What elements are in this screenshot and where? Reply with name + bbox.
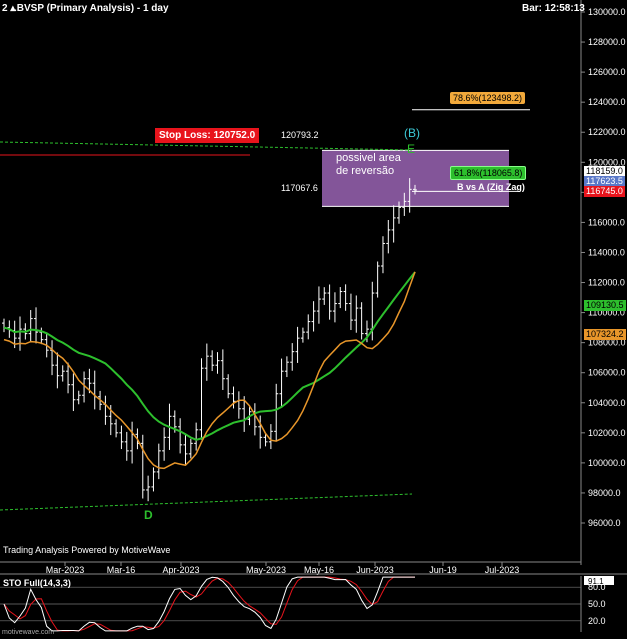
- wave-label: B vs A (Zig Zag): [457, 182, 525, 192]
- footer-credit: Trading Analysis Powered by MotiveWave: [3, 545, 171, 555]
- stochastic-title: STO Full(14,3,3): [3, 578, 71, 588]
- y-tick-label: 116000.0: [588, 217, 625, 227]
- y-tick-label: 126000.0: [588, 67, 626, 77]
- y-tick-label: 112000.0: [588, 278, 625, 288]
- y-tick-label: 128000.0: [588, 37, 626, 47]
- bar-time: Bar: 12:58:13: [522, 3, 585, 14]
- wave-point-e: E: [407, 142, 416, 156]
- reversal-area-line2: de reversão: [336, 165, 395, 177]
- y-tick-label: 124000.0: [588, 97, 626, 107]
- chart-title: .BVSP (Primary Analysis) - 1 day: [14, 3, 169, 14]
- trend-line-upper: [0, 141, 413, 151]
- wave-point-d: D: [144, 508, 153, 522]
- ma-fast-line: [3, 271, 416, 441]
- stochastic-tick-label: 20.0: [588, 616, 606, 626]
- stop-loss-label[interactable]: Stop Loss: 120752.0: [155, 128, 260, 143]
- fib-618-label: 61.8%(118065.8): [450, 166, 527, 180]
- y-tick-label: 102000.0: [588, 428, 626, 438]
- y-tick-label: 114000.0: [588, 247, 625, 257]
- y-tick-label: 130000.0: [588, 7, 626, 17]
- watermark: motivewave.com: [2, 629, 55, 636]
- y-tick-label: 96000.0: [588, 518, 621, 528]
- reversal-area-text: possivel area de reversão: [336, 152, 401, 178]
- ma-slow-label: 107324.2: [584, 329, 626, 340]
- level-top-label: 120793.2: [281, 130, 319, 140]
- ma-fast-label: 109130.5: [584, 300, 626, 311]
- y-tick-label: 104000.0: [588, 398, 626, 408]
- wave-point-b: (B): [404, 126, 420, 140]
- reversal-area-line1: possivel area: [336, 152, 401, 164]
- fib-786-label: 78.6%(123498.2): [450, 92, 526, 104]
- price-chart[interactable]: 96000.0 98000.0 100000.0 102000.0 104000.0 10…: [0, 0, 627, 639]
- y-tick-label: 100000.0: [588, 458, 626, 468]
- trend-line-lower: [0, 493, 413, 511]
- level-bottom-label: 117067.6: [281, 183, 318, 193]
- y-tick-label: 98000.0: [588, 488, 621, 498]
- last-price-red-label: 116745.0: [584, 186, 625, 197]
- ma-slow-line: [3, 271, 416, 470]
- y-tick-label: 106000.0: [588, 368, 626, 378]
- y-tick-label: 122000.0: [588, 127, 626, 137]
- stochastic-k-value: 91.1: [588, 577, 604, 586]
- stochastic-tick-label: 50.0: [588, 599, 606, 609]
